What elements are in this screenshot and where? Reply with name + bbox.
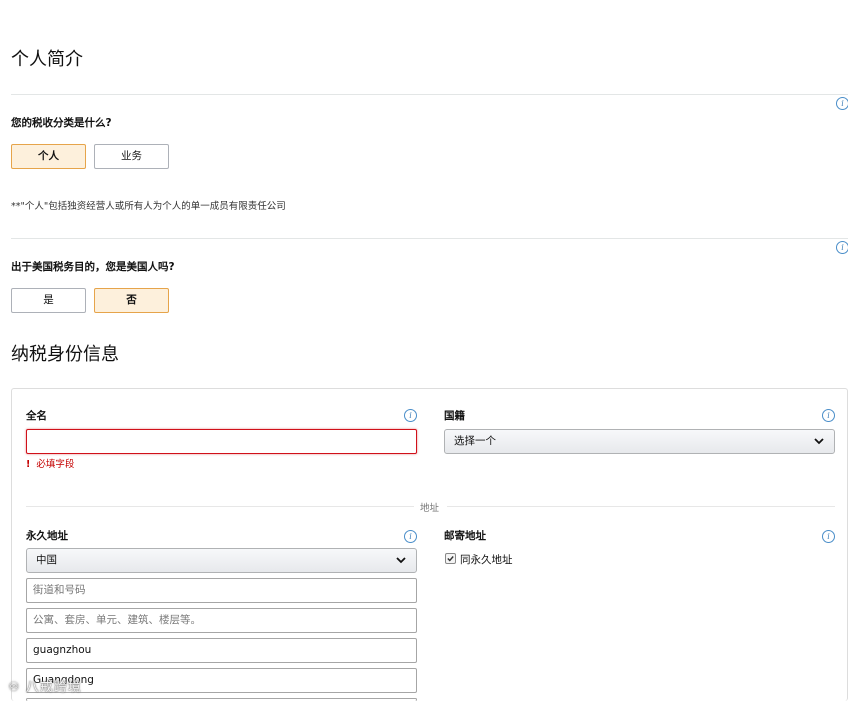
city-input[interactable]: guagnzhou bbox=[26, 638, 417, 663]
same-as-permanent-checkbox[interactable] bbox=[445, 553, 456, 564]
profile-title: 个人简介 bbox=[11, 49, 83, 70]
full-name-error-text: 必填字段 bbox=[36, 459, 75, 470]
tax-class-individual-button[interactable]: 个人 bbox=[11, 144, 86, 169]
us-person-no-button[interactable]: 否 bbox=[94, 288, 169, 313]
address-divider-label: 地址 bbox=[420, 503, 440, 514]
checkbox-checked-icon bbox=[447, 556, 454, 562]
tax-class-business-button[interactable]: 业务 bbox=[94, 144, 169, 169]
apartment-input[interactable]: 公寓、套房、单元、建筑、楼层等。 bbox=[26, 608, 417, 633]
divider bbox=[11, 238, 848, 239]
info-icon[interactable]: i bbox=[836, 241, 848, 254]
divider bbox=[447, 506, 835, 507]
nationality-label: 国籍 bbox=[444, 410, 465, 422]
permanent-address-label: 永久地址 bbox=[26, 530, 68, 542]
watermark-icon: ♾ bbox=[8, 680, 21, 695]
nationality-value: 选择一个 bbox=[454, 435, 496, 447]
country-select[interactable]: 中国 bbox=[26, 548, 417, 573]
tax-class-question: 您的税收分类是什么? bbox=[11, 117, 112, 129]
chevron-down-icon bbox=[814, 438, 824, 445]
street-input[interactable]: 街道和号码 bbox=[26, 578, 417, 603]
watermark-logo: ♾ 八戒跨境 bbox=[8, 676, 82, 695]
divider bbox=[11, 94, 848, 95]
full-name-label: 全名 bbox=[26, 410, 47, 422]
info-icon[interactable]: i bbox=[822, 530, 835, 543]
info-icon[interactable]: i bbox=[404, 530, 417, 543]
watermark-text: 八戒跨境 bbox=[25, 680, 82, 695]
country-value: 中国 bbox=[36, 554, 57, 566]
chevron-down-icon bbox=[396, 557, 406, 564]
tax-class-note: **"个人"包括独资经营人或所有人为个人的单一成员有限责任公司 bbox=[11, 201, 286, 212]
us-person-yes-button[interactable]: 是 bbox=[11, 288, 86, 313]
error-icon: ! bbox=[26, 459, 31, 470]
info-icon[interactable]: i bbox=[836, 97, 848, 110]
full-name-error: ! 必填字段 bbox=[26, 456, 74, 470]
province-input[interactable]: Guangdong bbox=[26, 668, 417, 693]
full-name-input[interactable] bbox=[26, 429, 417, 454]
divider bbox=[26, 506, 414, 507]
us-person-question: 出于美国税务目的，您是美国人吗? bbox=[11, 261, 175, 273]
nationality-select[interactable]: 选择一个 bbox=[444, 429, 835, 454]
info-icon[interactable]: i bbox=[822, 409, 835, 422]
mailing-address-label: 邮寄地址 bbox=[444, 530, 486, 542]
tax-identity-title: 纳税身份信息 bbox=[11, 344, 119, 365]
same-as-permanent-label: 同永久地址 bbox=[460, 554, 513, 566]
info-icon[interactable]: i bbox=[404, 409, 417, 422]
